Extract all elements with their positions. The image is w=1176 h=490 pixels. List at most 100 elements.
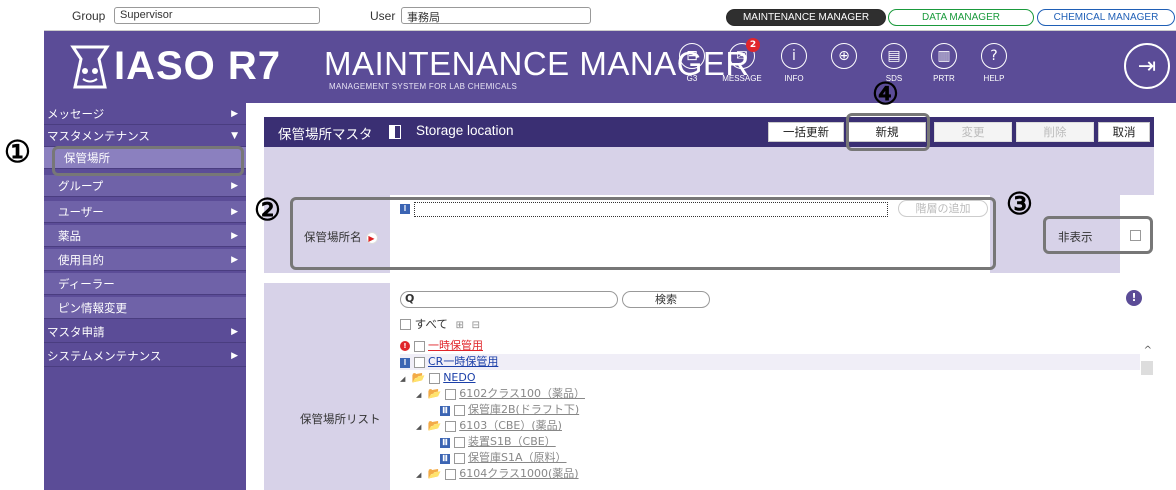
iaso-logo-icon — [70, 45, 110, 89]
storage-list-label: 保管場所リスト — [300, 412, 381, 426]
expander-icon[interactable]: ◢ — [400, 371, 408, 387]
tree-node-label[interactable]: CR一時保管用 — [428, 355, 498, 368]
expander-icon[interactable]: ◢ — [416, 467, 424, 483]
maintenance-manager-button[interactable]: MAINTENANCE MANAGER — [726, 9, 886, 26]
shelf-icon: Ⅲ — [440, 406, 450, 416]
delete-button[interactable]: 削除 — [1016, 122, 1094, 142]
folder-icon: 📂 — [427, 419, 442, 432]
sds-icon: ▤ — [881, 43, 907, 69]
tree-node-checkbox[interactable] — [413, 340, 425, 352]
shelf-icon: Ⅲ — [440, 454, 450, 464]
collapse-all-icon[interactable]: ⊟ — [472, 320, 480, 331]
tree-node-checkbox[interactable] — [428, 372, 440, 384]
callout-box-1 — [52, 146, 244, 176]
shelf-icon: Ⅲ — [440, 438, 450, 448]
chevron-right-icon: ▶ — [231, 207, 238, 217]
sidebar-item-label: ユーザー — [58, 205, 104, 219]
app-subtitle: MANAGEMENT SYSTEM FOR LAB CHEMICALS — [329, 82, 518, 91]
tree-node[interactable]: Ⅲ 装置S1B（CBE） — [440, 434, 556, 450]
folder-icon: 📂 — [427, 467, 442, 480]
tree-node-checkbox[interactable] — [413, 356, 425, 368]
chevron-right-icon: ▶ — [231, 181, 238, 191]
page-title-en: Storage location — [416, 123, 514, 138]
tree-node-label[interactable]: 6102クラス100（薬品） — [459, 387, 585, 400]
page-header-bar: 保管場所マスタ Storage location 一括更新 新規 変更 削除 取… — [264, 117, 1154, 147]
alert-icon[interactable]: ! — [1126, 290, 1142, 306]
expand-all-icon[interactable]: ⊞ — [456, 320, 464, 331]
sidebar-item-pin-change[interactable]: ピン情報変更 — [44, 297, 246, 319]
cancel-button[interactable]: 取消 — [1098, 122, 1150, 142]
sidebar-item-label: 使用目的 — [58, 253, 104, 267]
tree-node-label[interactable]: 6104クラス1000(薬品) — [459, 467, 578, 480]
expander-icon[interactable]: ◢ — [416, 419, 424, 435]
info-button[interactable]: i INFO — [772, 43, 816, 83]
data-manager-button[interactable]: DATA MANAGER — [888, 9, 1034, 26]
globe-icon: ⊕ — [831, 43, 857, 69]
main-content: 保管場所マスタ Storage location 一括更新 新規 変更 削除 取… — [246, 103, 1176, 490]
user-label: User — [370, 9, 396, 23]
sidebar-item-group[interactable]: グループ ▶ — [44, 175, 246, 197]
bulk-update-button[interactable]: 一括更新 — [768, 122, 844, 142]
chevron-right-icon: ▶ — [231, 109, 238, 119]
tree-node[interactable]: ◢ 📂 6103（CBE）(薬品) — [416, 418, 562, 434]
help-button[interactable]: ? HELP — [972, 43, 1016, 83]
page-title: 保管場所マスタ — [278, 127, 373, 143]
tree-node-checkbox[interactable] — [453, 452, 465, 464]
tree-node[interactable]: ◢ 📂 NEDO — [400, 370, 476, 386]
tree-node-label[interactable]: 装置S1B（CBE） — [468, 435, 556, 448]
storage-list-section: 保管場所リスト Q 検索 ! すべて ⊞ ⊟ ! 一時保管用 I CR一時保管用… — [264, 283, 1154, 490]
tree-node-checkbox[interactable] — [444, 388, 456, 400]
search-button[interactable]: 検索 — [622, 291, 710, 308]
tree-node[interactable]: Ⅲ 保管庫2B(ドラフト下) — [440, 402, 579, 418]
sidebar-item-system-maintenance[interactable]: システムメンテナンス ▶ — [44, 345, 246, 367]
tree-node-checkbox[interactable] — [453, 436, 465, 448]
chemical-manager-button[interactable]: CHEMICAL MANAGER — [1037, 9, 1175, 26]
select-all[interactable]: すべて ⊞ ⊟ — [400, 316, 480, 332]
prtr-button[interactable]: ▥ PRTR — [922, 43, 966, 83]
tree-node-checkbox[interactable] — [444, 468, 456, 480]
tree-node-label[interactable]: NEDO — [443, 371, 475, 384]
sidebar-item-master-maintenance[interactable]: マスタメンテナンス ▼ — [44, 125, 246, 147]
expander-icon[interactable]: ◢ — [416, 387, 424, 403]
sidebar-item-label: グループ — [58, 179, 104, 193]
sidebar-item-label: マスタ申請 — [47, 325, 105, 339]
logout-icon[interactable]: ⇥ — [1124, 43, 1170, 89]
callout-box-4 — [846, 113, 930, 151]
tree-node-checkbox[interactable] — [444, 420, 456, 432]
g3-icon: ⊟ — [679, 43, 705, 69]
sidebar-item-dealer[interactable]: ディーラー — [44, 273, 246, 295]
user-field[interactable]: 事務局 — [401, 7, 591, 24]
tree-node[interactable]: ◢ 📂 6102クラス100（薬品） — [416, 386, 585, 402]
sidebar-item-master-request[interactable]: マスタ申請 ▶ — [44, 321, 246, 343]
tree-node[interactable]: I CR一時保管用 — [400, 354, 1140, 370]
sidebar-item-purpose[interactable]: 使用目的 ▶ — [44, 249, 246, 271]
sidebar-item-user[interactable]: ユーザー ▶ — [44, 201, 246, 223]
group-label: Group — [72, 9, 106, 23]
tree-node[interactable]: ◢ 📂 6104クラス1000(薬品) — [416, 466, 579, 482]
group-field[interactable]: Supervisor — [114, 7, 320, 24]
change-button[interactable]: 変更 — [934, 122, 1012, 142]
globe-button[interactable]: ⊕ — [822, 43, 866, 74]
sidebar-item-messages[interactable]: メッセージ ▶ — [44, 103, 246, 125]
select-all-checkbox[interactable] — [400, 319, 411, 330]
form-spacer — [264, 147, 1154, 187]
tree-node-label[interactable]: 一時保管用 — [428, 339, 483, 352]
sidebar-item-chemicals[interactable]: 薬品 ▶ — [44, 225, 246, 247]
search-input[interactable]: Q — [400, 291, 618, 308]
scroll-thumb[interactable] — [1141, 361, 1153, 375]
info-square-icon: I — [400, 358, 410, 368]
message-button[interactable]: ✉ 2 MESSAGE — [720, 38, 764, 83]
g3-button[interactable]: ⊟ G3 — [670, 43, 714, 83]
storage-list-body: Q 検索 ! すべて ⊞ ⊟ ! 一時保管用 I CR一時保管用 ◢ 📂 NED… — [390, 283, 1154, 490]
tree-node-label[interactable]: 保管庫2B(ドラフト下) — [468, 403, 579, 416]
callout-2: ② — [254, 193, 281, 228]
sidebar-item-label: マスタメンテナンス — [47, 129, 150, 143]
tree-node-label[interactable]: 保管庫S1A（原料） — [468, 451, 567, 464]
tree-node[interactable]: ! 一時保管用 — [400, 338, 483, 354]
tree-node-label[interactable]: 6103（CBE）(薬品) — [459, 419, 562, 432]
tree-node-checkbox[interactable] — [453, 404, 465, 416]
scroll-up-icon[interactable]: ^ — [1144, 345, 1152, 356]
tree-node[interactable]: Ⅲ 保管庫S1A（原料） — [440, 450, 567, 466]
select-all-label: すべて — [414, 317, 448, 331]
user-strip: Group Supervisor User 事務局 MAINTENANCE MA… — [44, 0, 1176, 31]
